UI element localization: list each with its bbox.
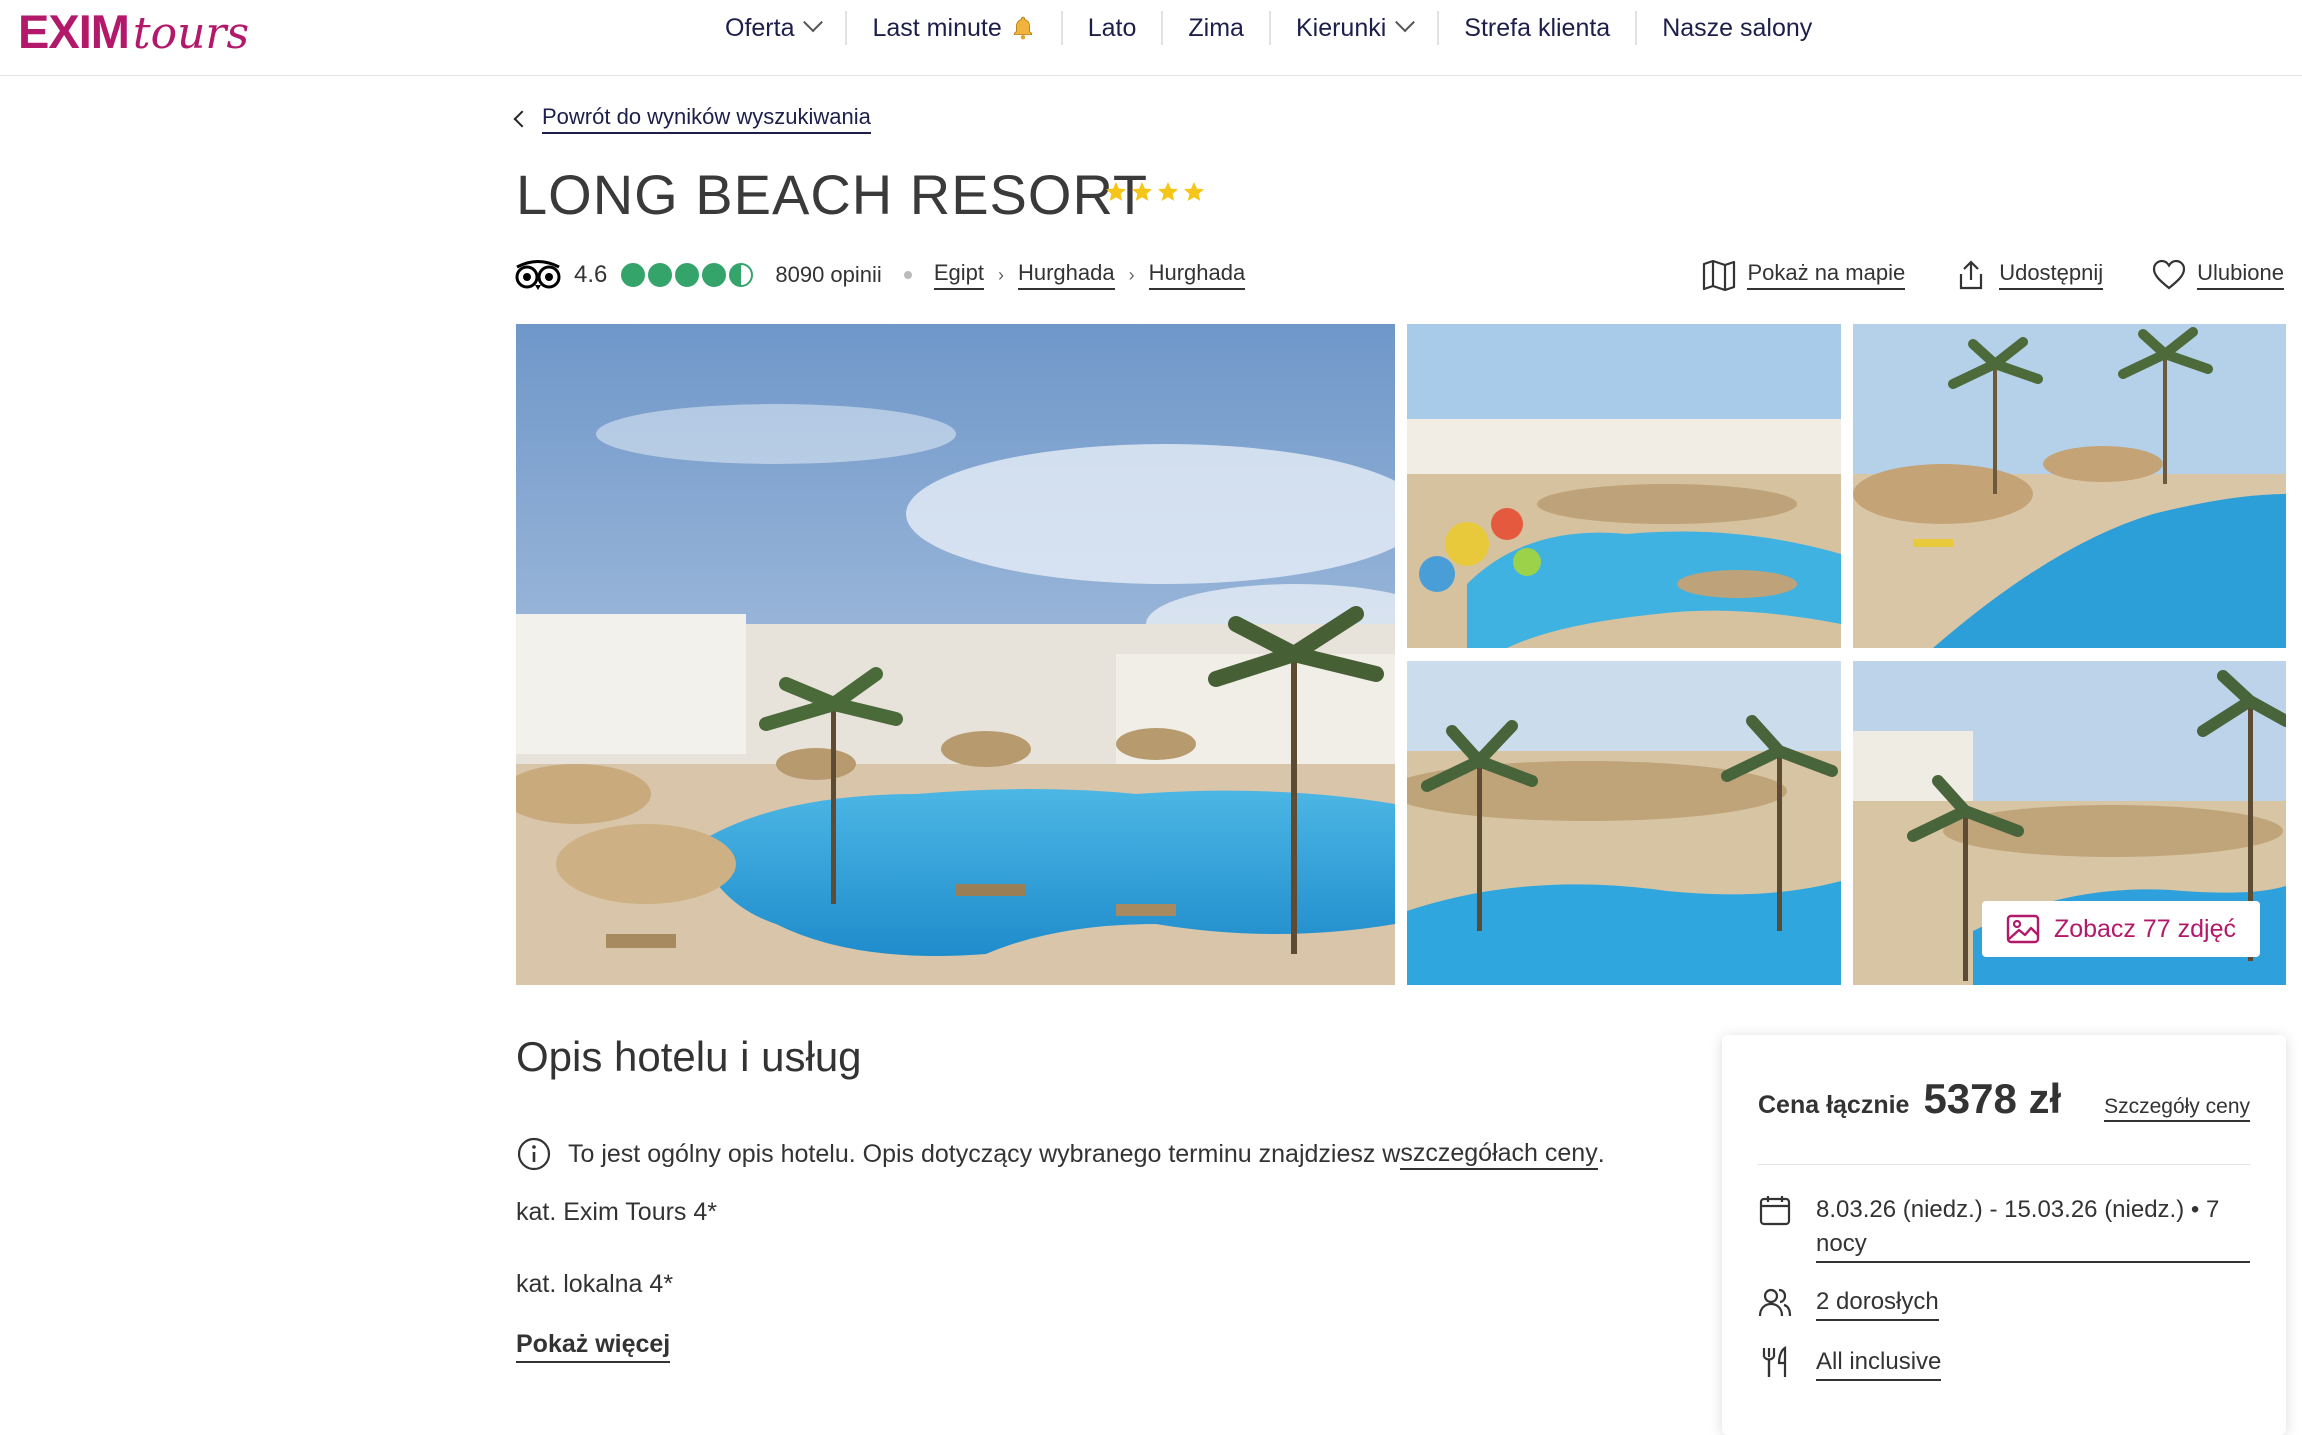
trip-dates: 8.03.26 (niedz.) - 15.03.26 (niedz.) • 7… [1816,1193,2250,1263]
info-text: To jest ogólny opis hotelu. Opis dotyczą… [568,1139,1401,1168]
nav-label: Kierunki [1295,13,1387,42]
show-on-map-button[interactable]: Pokaż na mapie [1701,258,1906,292]
rating-bubble [648,263,673,287]
gallery-photo-5[interactable]: Zobacz 77 zdjęć [1853,661,2286,985]
breadcrumb-country[interactable]: Egipt [933,260,984,290]
nav-label: Lato [1087,13,1137,42]
info-icon [517,1137,551,1171]
local-category: kat. lokalna 4* [516,1270,674,1298]
nav-oferta[interactable]: Oferta [700,11,848,45]
see-all-photos-button[interactable]: Zobacz 77 zdjęć [1981,901,2260,957]
heart-icon [2153,259,2186,290]
chevron-down-icon [1395,12,1416,33]
gallery-main-photo[interactable] [516,324,1395,985]
star-icon [1158,182,1178,201]
logo-script: tours [132,8,250,59]
price-details-link[interactable]: szczegółach ceny [1400,1139,1598,1170]
nav-label: Oferta [725,13,795,42]
chevron-right-icon: › [997,264,1004,285]
exim-category: kat. Exim Tours 4* [516,1198,718,1226]
description-info-note: To jest ogólny opis hotelu. Opis dotyczą… [516,1136,1605,1172]
nav-last-minute[interactable]: Last minute [847,11,1063,45]
nav-label: Zima [1188,13,1244,42]
star-icon [1106,182,1126,201]
favorite-button[interactable]: Ulubione [2151,258,2284,292]
price-row: Cena łącznie 5378 zł Szczegóły ceny [1758,1075,2250,1123]
favorite-label: Ulubione [2197,260,2284,290]
gallery-photo-3[interactable] [1853,324,2286,648]
map-icon [1703,259,1736,292]
map-label: Pokaż na mapie [1747,260,1906,290]
hotel-actions: Pokaż na mapie Udostępnij Ulubione [1653,258,2284,292]
people-icon [1758,1288,1792,1317]
rating-bubble [702,263,727,287]
bell-icon [1013,16,1032,40]
hotel-meta-row: 4.6 8090 opinii Egipt › Hurghada › Hurgh… [514,258,1246,292]
share-label: Udostępnij [1999,260,2104,290]
nav-zima[interactable]: Zima [1163,11,1271,45]
top-navbar: EXIM tours Oferta Last minute Lato Zima … [0,0,2302,76]
chevron-right-icon: › [1128,264,1135,285]
nav-lato[interactable]: Lato [1063,11,1164,45]
trip-dates-row[interactable]: 8.03.26 (niedz.) - 15.03.26 (niedz.) • 7… [1758,1193,2250,1263]
nav-label: Nasze salony [1662,13,1813,42]
nav-kierunki[interactable]: Kierunki [1271,11,1440,45]
rating-bubbles [621,263,754,287]
tripadvisor-owl-icon [515,260,561,290]
photo-gallery: Zobacz 77 zdjęć [516,324,2286,985]
see-all-label: Zobacz 77 zdjęć [2053,914,2236,943]
nav-strefa-klienta[interactable]: Strefa klienta [1439,11,1638,45]
nav-label: Last minute [872,13,1002,42]
travelers: 2 dorosłych [1816,1285,1939,1321]
nav-label: Strefa klienta [1464,13,1611,42]
price-summary-card: Cena łącznie 5378 zł Szczegóły ceny 8.03… [1722,1035,2286,1435]
info-text-end: . [1597,1139,1605,1168]
back-to-results-link[interactable]: Powrót do wyników wyszukiwania [513,104,871,134]
rating-bubble [675,263,700,287]
star-icon [1184,182,1204,201]
price-label: Cena łącznie [1758,1091,1910,1119]
travelers-row[interactable]: 2 dorosłych [1758,1285,2250,1321]
rating-value: 4.6 [574,261,608,288]
nav-nasze-salony[interactable]: Nasze salony [1637,11,1837,45]
image-icon [2006,914,2040,944]
main-nav: Oferta Last minute Lato Zima Kierunki St… [700,0,1837,56]
show-more-button[interactable]: Pokaż więcej [516,1330,671,1363]
description-heading: Opis hotelu i usług [516,1033,862,1080]
logo-text: EXIM [18,5,130,58]
price-details-button[interactable]: Szczegóły ceny [2104,1095,2250,1122]
board-row[interactable]: All inclusive [1758,1345,2250,1381]
gallery-photo-2[interactable] [1407,324,1841,648]
star-icon [1132,182,1152,201]
divider [1758,1164,2250,1165]
cutlery-icon [1762,1346,1787,1377]
back-link-label: Powrót do wyników wyszukiwania [542,104,871,134]
exim-tours-logo[interactable]: EXIM tours [18,4,249,59]
chevron-down-icon [803,12,824,33]
board-type: All inclusive [1816,1345,1942,1381]
breadcrumb-city[interactable]: Hurghada [1148,260,1246,290]
share-icon [1960,260,1983,290]
total-price: 5378 zł [1923,1075,2062,1122]
hotel-star-rating [1104,180,1206,204]
share-button[interactable]: Udostępnij [1953,258,2104,292]
rating-bubble [621,263,646,287]
hotel-title: LONG BEACH RESORT [516,163,1149,226]
breadcrumb-region[interactable]: Hurghada [1017,260,1115,290]
reviews-count[interactable]: 8090 opinii [775,262,881,288]
rating-bubble-half [729,263,754,287]
gallery-photo-4[interactable] [1407,661,1841,985]
separator-dot [903,271,912,279]
chevron-left-icon [513,110,531,128]
calendar-icon [1759,1196,1791,1226]
